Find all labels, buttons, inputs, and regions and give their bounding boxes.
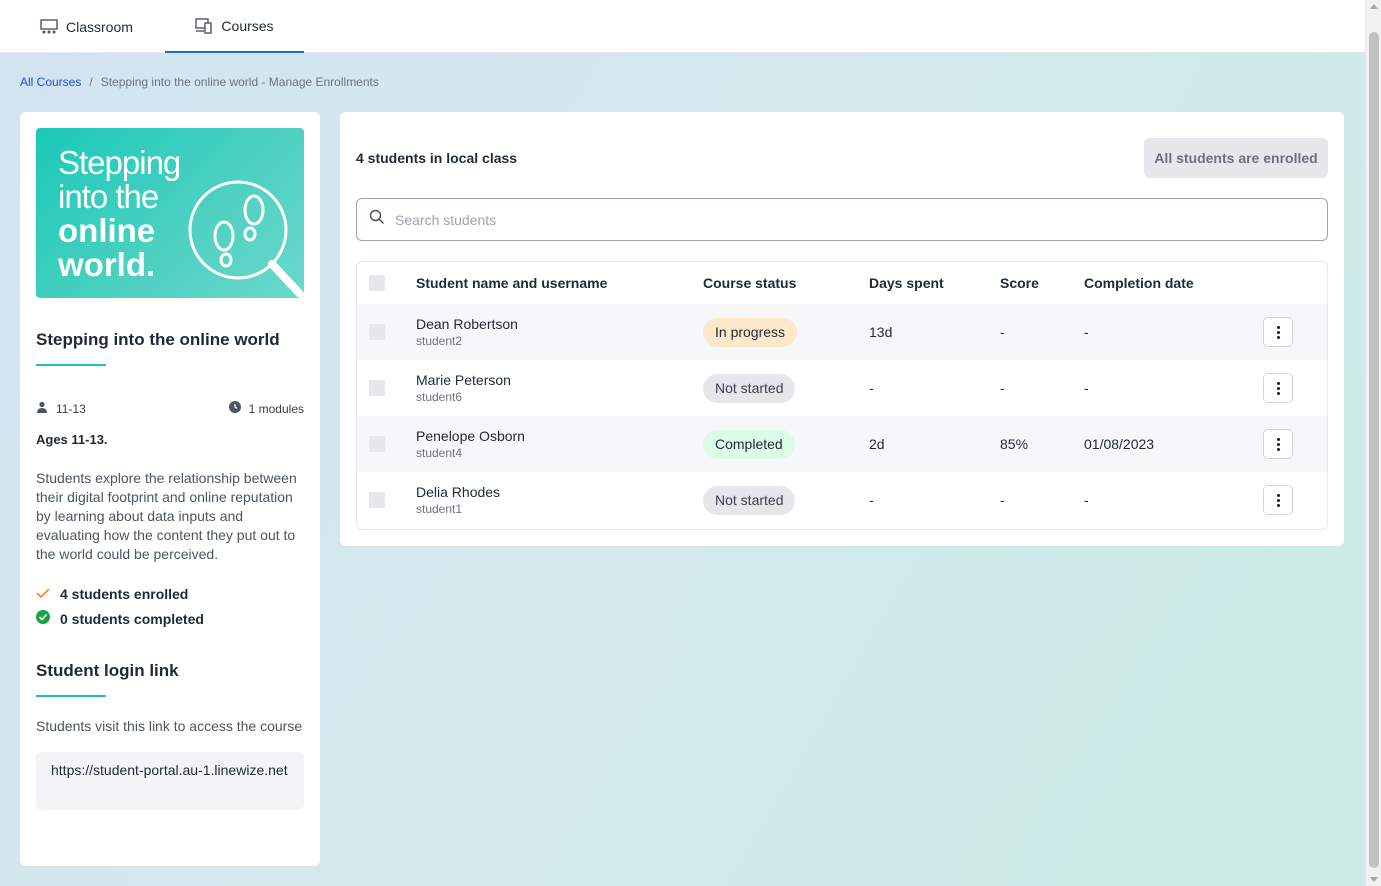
scroll-down-icon[interactable] <box>1370 877 1378 882</box>
check-circle-icon <box>36 610 50 627</box>
module-count: 1 modules <box>248 401 304 416</box>
completed-text: 0 students completed <box>60 610 204 627</box>
days-spent: 13d <box>869 324 893 340</box>
devices-icon <box>195 17 213 34</box>
student-username: student4 <box>416 446 463 460</box>
row-checkbox[interactable] <box>369 324 385 340</box>
breadcrumb-separator: / <box>89 75 93 89</box>
student-username: student2 <box>416 334 463 348</box>
login-link-description: Students visit this link to access the c… <box>36 718 303 734</box>
breadcrumb: All Courses / Stepping into the online w… <box>20 75 379 89</box>
score: - <box>1000 380 1005 396</box>
completion-date: - <box>1084 380 1089 396</box>
top-nav: Classroom Courses <box>0 0 1365 53</box>
student-name: Delia Rhodes <box>416 484 501 500</box>
hero-line-1: Stepping <box>58 144 181 181</box>
column-header-score[interactable]: Score <box>1000 262 1039 304</box>
row-menu-button[interactable] <box>1263 485 1293 515</box>
tab-courses[interactable]: Courses <box>165 0 304 53</box>
score: - <box>1000 492 1005 508</box>
row-checkbox[interactable] <box>369 492 385 508</box>
hero-line-2: into the <box>58 178 159 215</box>
hero-line-3: online <box>58 212 156 249</box>
search-box[interactable] <box>356 198 1328 241</box>
column-header-completion-date[interactable]: Completion date <box>1084 262 1194 304</box>
course-title: Stepping into the online world <box>36 330 280 349</box>
breadcrumb-all-courses[interactable]: All Courses <box>20 75 81 89</box>
table-row: Delia Rhodes student1 Not started - - - <box>357 472 1327 528</box>
page-scrollbar[interactable] <box>1365 0 1381 886</box>
status-badge: In progress <box>703 317 798 347</box>
login-link-title: Student login link <box>36 661 179 680</box>
row-menu-button[interactable] <box>1263 429 1293 459</box>
tab-classroom[interactable]: Classroom <box>20 0 153 53</box>
column-header-name[interactable]: Student name and username <box>416 262 607 304</box>
column-header-status[interactable]: Course status <box>703 262 796 304</box>
status-badge: Not started <box>703 373 796 403</box>
course-hero-image: Stepping into the online world. <box>36 128 304 298</box>
clock-icon <box>228 401 241 416</box>
completion-date: 01/08/2023 <box>1084 436 1155 452</box>
person-icon <box>36 401 48 416</box>
days-spent: - <box>869 492 874 508</box>
more-vertical-icon <box>1276 381 1280 395</box>
row-checkbox[interactable] <box>369 380 385 396</box>
days-spent: 2d <box>869 436 885 452</box>
search-input[interactable] <box>395 211 1295 228</box>
completion-date: - <box>1084 492 1089 508</box>
course-info-card: Stepping into the online world. Stepping… <box>20 112 320 866</box>
more-vertical-icon <box>1276 325 1280 339</box>
row-menu-button[interactable] <box>1263 317 1293 347</box>
score: - <box>1000 324 1005 340</box>
student-username: student6 <box>416 390 463 404</box>
age-range: 11-13 <box>56 401 86 416</box>
table-row: Marie Peterson student6 Not started - - … <box>357 360 1327 416</box>
ages-heading: Ages 11-13. <box>36 432 108 447</box>
row-checkbox[interactable] <box>369 436 385 452</box>
status-badge: Not started <box>703 485 796 515</box>
course-meta: 11-13 1 modules <box>36 401 304 416</box>
row-menu-button[interactable] <box>1263 373 1293 403</box>
classroom-icon <box>40 18 58 35</box>
tab-classroom-label: Classroom <box>66 18 133 35</box>
more-vertical-icon <box>1276 437 1280 451</box>
student-login-link[interactable]: https://student-portal.au-1.linewize.net <box>36 752 304 810</box>
student-name: Penelope Osborn <box>416 428 525 444</box>
tab-courses-label: Courses <box>221 17 274 34</box>
days-spent: - <box>869 380 874 396</box>
title-underline <box>36 364 106 366</box>
score: 85% <box>1000 436 1029 452</box>
more-vertical-icon <box>1276 493 1280 507</box>
student-username: student1 <box>416 502 463 516</box>
table-row: Penelope Osborn student4 Completed 2d 85… <box>357 416 1327 472</box>
student-name: Marie Peterson <box>416 372 511 388</box>
enrolled-text: 4 students enrolled <box>60 586 189 602</box>
students-table: Student name and username Course status … <box>356 261 1328 530</box>
table-row: Dean Robertson student2 In progress 13d … <box>357 304 1327 360</box>
student-count-title: 4 students in local class <box>356 150 518 166</box>
enrolled-stat: 4 students enrolled <box>36 586 304 602</box>
column-header-days[interactable]: Days spent <box>869 262 944 304</box>
breadcrumb-current: Stepping into the online world - Manage … <box>100 75 379 89</box>
completed-stat: 0 students completed <box>36 610 304 627</box>
login-title-underline <box>36 695 106 697</box>
enrollments-card: 4 students in local class All students a… <box>340 112 1344 546</box>
table-header: Student name and username Course status … <box>357 262 1327 304</box>
check-icon <box>36 586 50 602</box>
completion-date: - <box>1084 324 1089 340</box>
scroll-up-icon[interactable] <box>1370 4 1378 9</box>
status-badge: Completed <box>703 429 795 459</box>
all-enrolled-button[interactable]: All students are enrolled <box>1144 138 1328 178</box>
course-description: Students explore the relationship betwee… <box>36 470 297 562</box>
scrollbar-thumb[interactable] <box>1369 32 1379 868</box>
magnifier-footprints-icon <box>188 180 304 298</box>
select-all-checkbox[interactable] <box>369 275 385 291</box>
hero-line-4: world. <box>58 246 156 283</box>
search-icon <box>369 209 385 230</box>
student-name: Dean Robertson <box>416 316 518 332</box>
